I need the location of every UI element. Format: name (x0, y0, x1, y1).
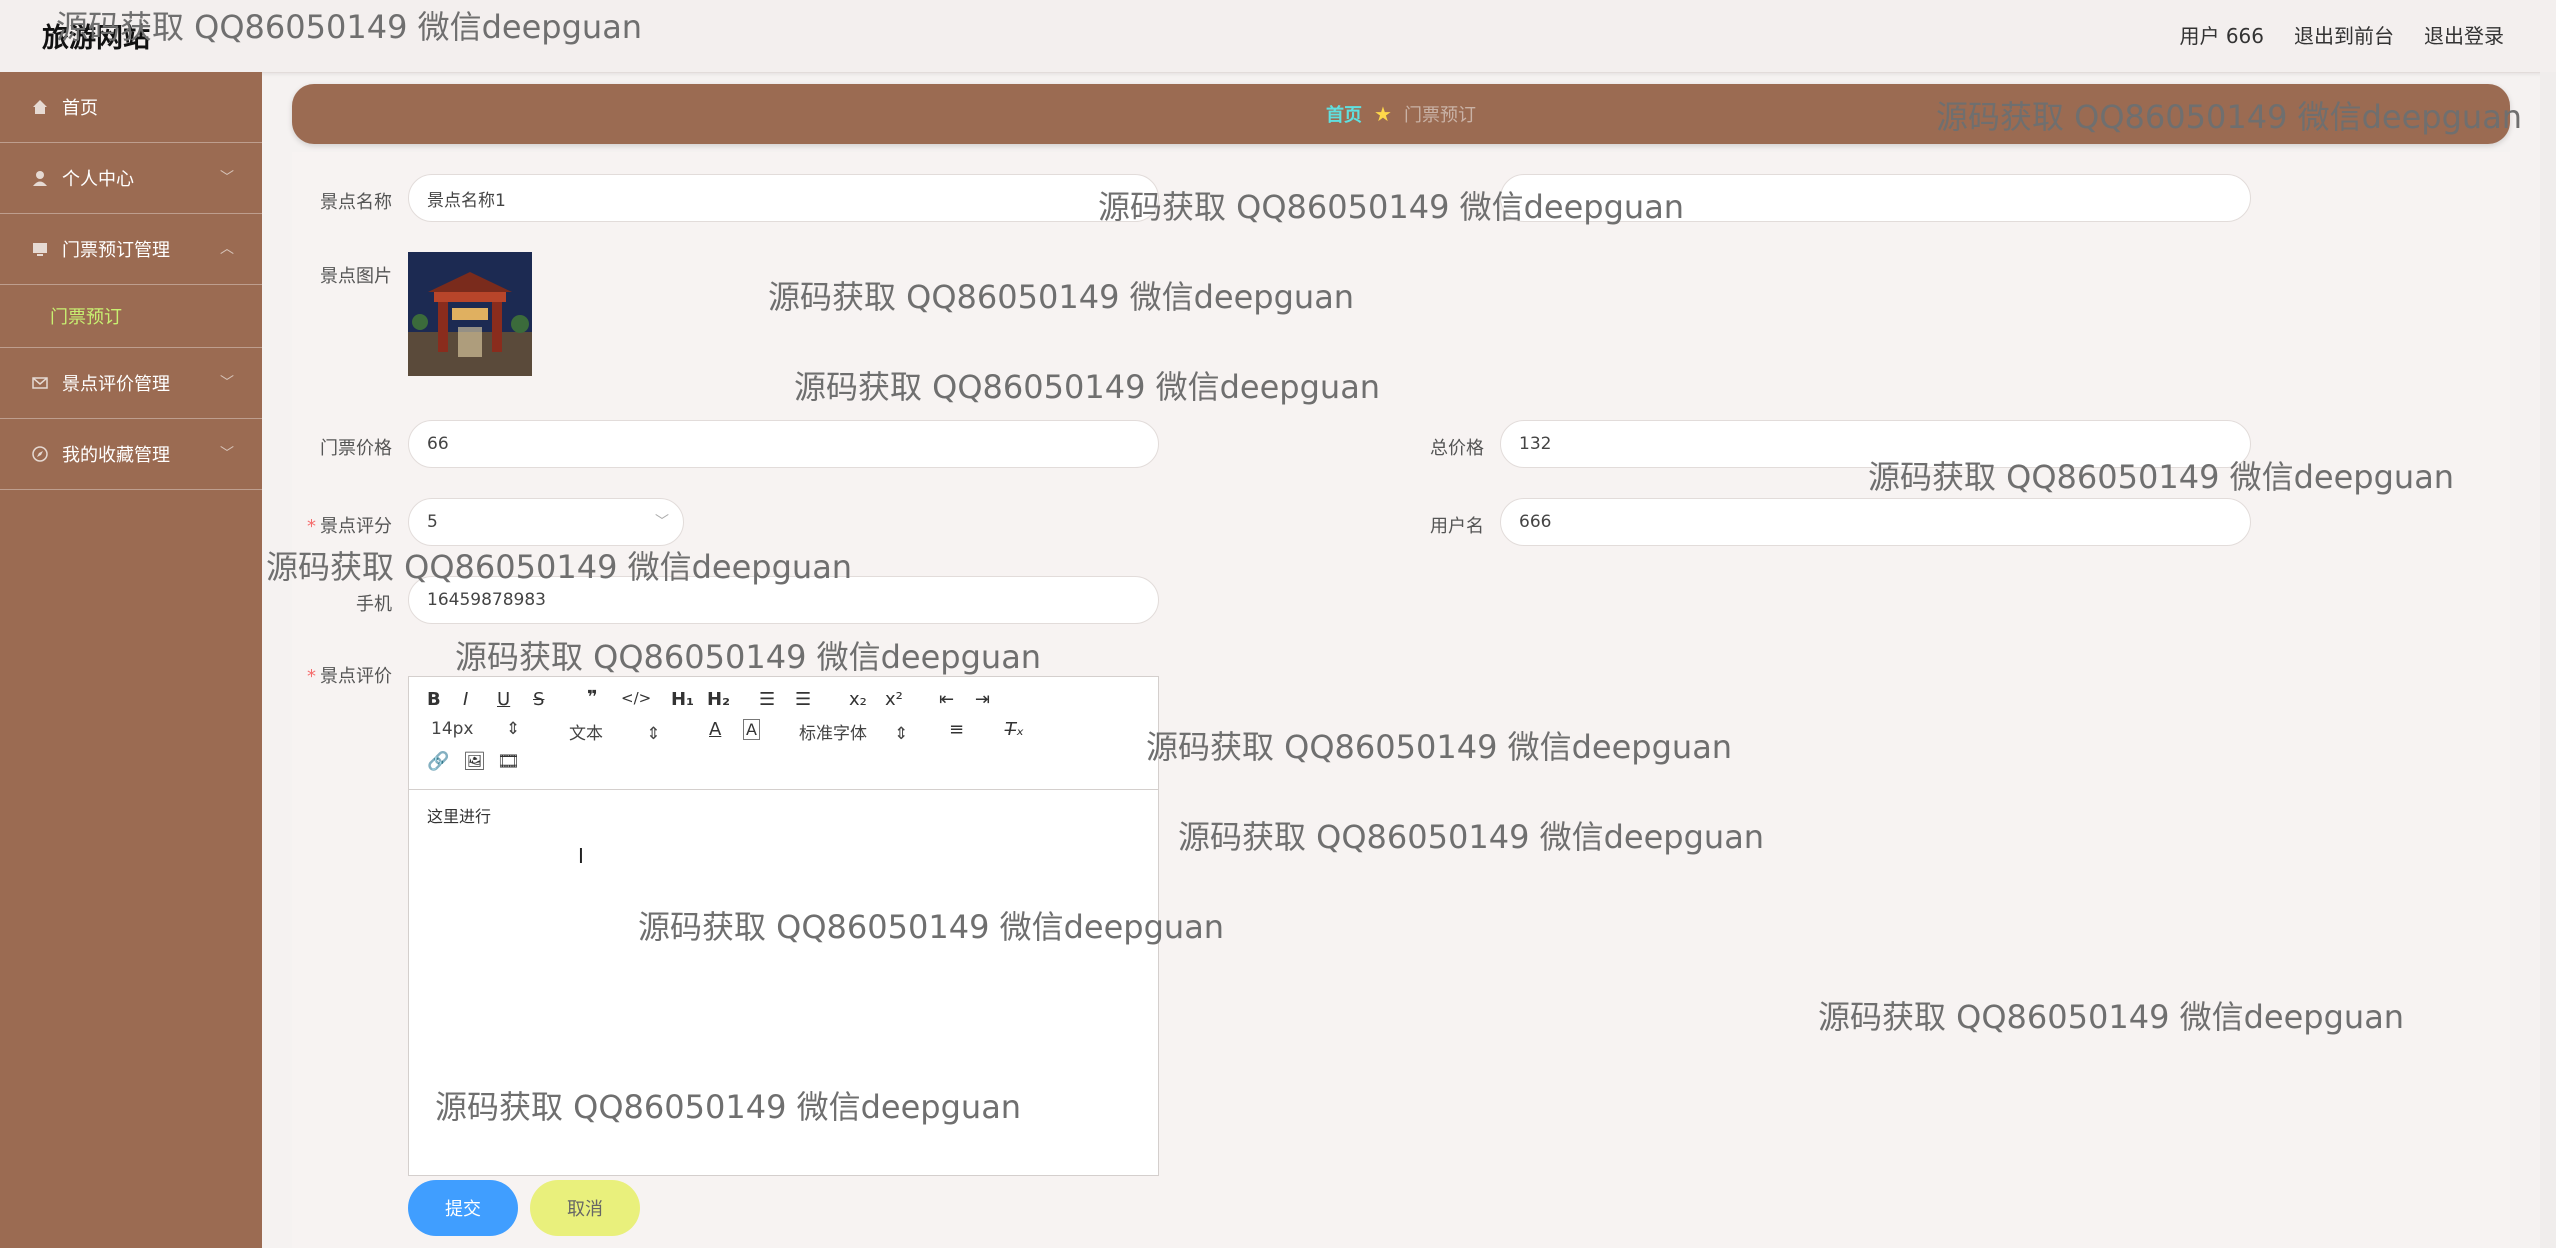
submit-button-visible[interactable]: 提交 (408, 1180, 518, 1236)
header-links: 用户 666 退出到前台 退出登录 (2179, 20, 2504, 49)
watermark: 源码获取 QQ86050149 微信deepguan (266, 548, 853, 586)
exit-to-front-link[interactable]: 退出到前台 (2294, 20, 2394, 49)
image-icon[interactable]: 🖼 (463, 751, 486, 772)
text-type-select[interactable]: 文本 ⇕ (569, 719, 660, 744)
sidebar-item-label: 我的收藏管理 (62, 445, 170, 466)
watermark: 源码获取 QQ86050149 微信deepguan (638, 908, 1225, 946)
watermark: 源码获取 QQ86050149 微信deepguan (1146, 728, 1733, 766)
bullet-list-icon[interactable]: ☰ (795, 689, 811, 710)
outdent-icon[interactable]: ⇤ (939, 689, 954, 710)
editor-content[interactable]: 这里进行 (427, 803, 491, 827)
sidebar-item-favorites[interactable]: 我的收藏管理 ﹀ (0, 419, 262, 490)
submenu-item-ticket-booking[interactable]: 门票预订 (0, 285, 262, 348)
text-cursor-icon: I (578, 844, 584, 868)
chevron-down-icon: ﹀ (220, 446, 234, 462)
sidebar-item-personal-center[interactable]: 个人中心 ﹀ (0, 143, 262, 214)
video-icon[interactable]: 🎞 (497, 751, 520, 772)
watermark: 源码获取 QQ86050149 微信deepguan (1818, 998, 2405, 1036)
italic-icon[interactable]: I (463, 689, 468, 710)
link-icon[interactable]: 🔗 (427, 751, 449, 772)
clear-format-icon[interactable]: T̶ₓ (1005, 719, 1024, 740)
sidebar: 首页 个人中心 ﹀ 门票预订管理 ︿ 门票预订 景点评价管理 ﹀ 我的收藏管理 … (0, 72, 262, 1248)
font-family-select[interactable]: 标准字体 ⇕ (799, 719, 908, 744)
chevron-up-icon: ︿ (220, 241, 234, 257)
watermark: 源码获取 QQ86050149 微信deepguan (1098, 188, 1685, 226)
sidebar-item-spot-review[interactable]: 景点评价管理 ﹀ (0, 348, 262, 419)
superscript-icon[interactable]: x² (885, 689, 903, 710)
user-label[interactable]: 用户 666 (2179, 20, 2264, 49)
compass-icon (30, 444, 50, 464)
watermark: 源码获取 QQ86050149 微信deepguan (1868, 458, 2455, 496)
mail-icon (30, 373, 50, 393)
spot-image (408, 252, 532, 376)
monitor-icon (30, 239, 50, 259)
strikethrough-icon[interactable]: S (533, 689, 544, 710)
align-icon[interactable]: ≡ (949, 719, 964, 740)
watermark: 源码获取 QQ86050149 微信deepguan (56, 8, 643, 46)
spot-image-label: 景点图片 (320, 266, 392, 287)
ticket-price-input[interactable]: 66 (408, 420, 1159, 468)
watermark: 源码获取 QQ86050149 微信deepguan (1178, 818, 1765, 856)
background-color-icon[interactable]: A (743, 719, 760, 740)
watermark: 源码获取 QQ86050149 微信deepguan (794, 368, 1381, 406)
chevron-down-icon: ﹀ (220, 170, 234, 186)
heading1-icon[interactable]: H₁ (671, 689, 694, 710)
chevron-down-icon: ﹀ (220, 375, 234, 391)
sidebar-item-label: 门票预订管理 (62, 240, 170, 261)
star-icon: ★ (1374, 102, 1392, 126)
username-label: 用户名 (1430, 516, 1484, 537)
review-label: * 景点评价 (307, 666, 392, 687)
phone-label: 手机 (356, 594, 392, 615)
cancel-button[interactable]: 取消 (530, 1180, 640, 1236)
sidebar-item-ticket-booking[interactable]: 门票预订管理 ︿ (0, 214, 262, 285)
font-color-icon[interactable]: A (709, 719, 721, 740)
bold-icon[interactable]: B (427, 689, 441, 710)
home-icon (30, 97, 50, 117)
watermark: 源码获取 QQ86050149 微信deepguan (768, 278, 1355, 316)
subscript-icon[interactable]: x₂ (849, 689, 867, 710)
rating-select[interactable]: 5 ﹀ (408, 498, 684, 546)
watermark: 源码获取 QQ86050149 微信deepguan (435, 1088, 1022, 1126)
chevron-down-icon: ﹀ (655, 514, 669, 530)
logout-link[interactable]: 退出登录 (2424, 20, 2504, 49)
quote-icon[interactable]: ❞ (587, 687, 598, 708)
username-input[interactable]: 666 (1500, 498, 2251, 546)
editor-toolbar: B I U S ❞ </> H₁ H₂ ☰ ☰ x₂ x² ⇤ ⇥ 14px ⇕… (409, 677, 1158, 790)
spot-name-label: 景点名称 (320, 192, 392, 213)
user-icon (30, 168, 50, 188)
font-size-select[interactable]: 14px ⇕ (431, 719, 520, 739)
scrollbar[interactable] (2540, 72, 2556, 1248)
rating-label: * 景点评分 (307, 516, 392, 537)
rating-value: 5 (427, 512, 438, 532)
sidebar-item-home[interactable]: 首页 (0, 72, 262, 143)
total-price-label: 总价格 (1430, 438, 1484, 459)
sidebar-item-label: 首页 (62, 98, 98, 119)
watermark: 源码获取 QQ86050149 微信deepguan (455, 638, 1042, 676)
underline-icon[interactable]: U (497, 689, 510, 710)
sidebar-item-label: 景点评价管理 (62, 374, 170, 395)
watermark: 源码获取 QQ86050149 微信deepguan (1936, 98, 2523, 136)
breadcrumb-current: 门票预订 (1403, 105, 1476, 126)
spot-name-input[interactable]: 景点名称1 (408, 174, 1159, 222)
code-icon[interactable]: </> (621, 689, 651, 707)
ticket-price-label: 门票价格 (320, 438, 392, 459)
ordered-list-icon[interactable]: ☰ (759, 689, 775, 710)
breadcrumb-home[interactable]: 首页 (1326, 101, 1362, 127)
heading2-icon[interactable]: H₂ (707, 689, 730, 710)
indent-icon[interactable]: ⇥ (975, 689, 990, 710)
sidebar-item-label: 个人中心 (62, 169, 134, 190)
